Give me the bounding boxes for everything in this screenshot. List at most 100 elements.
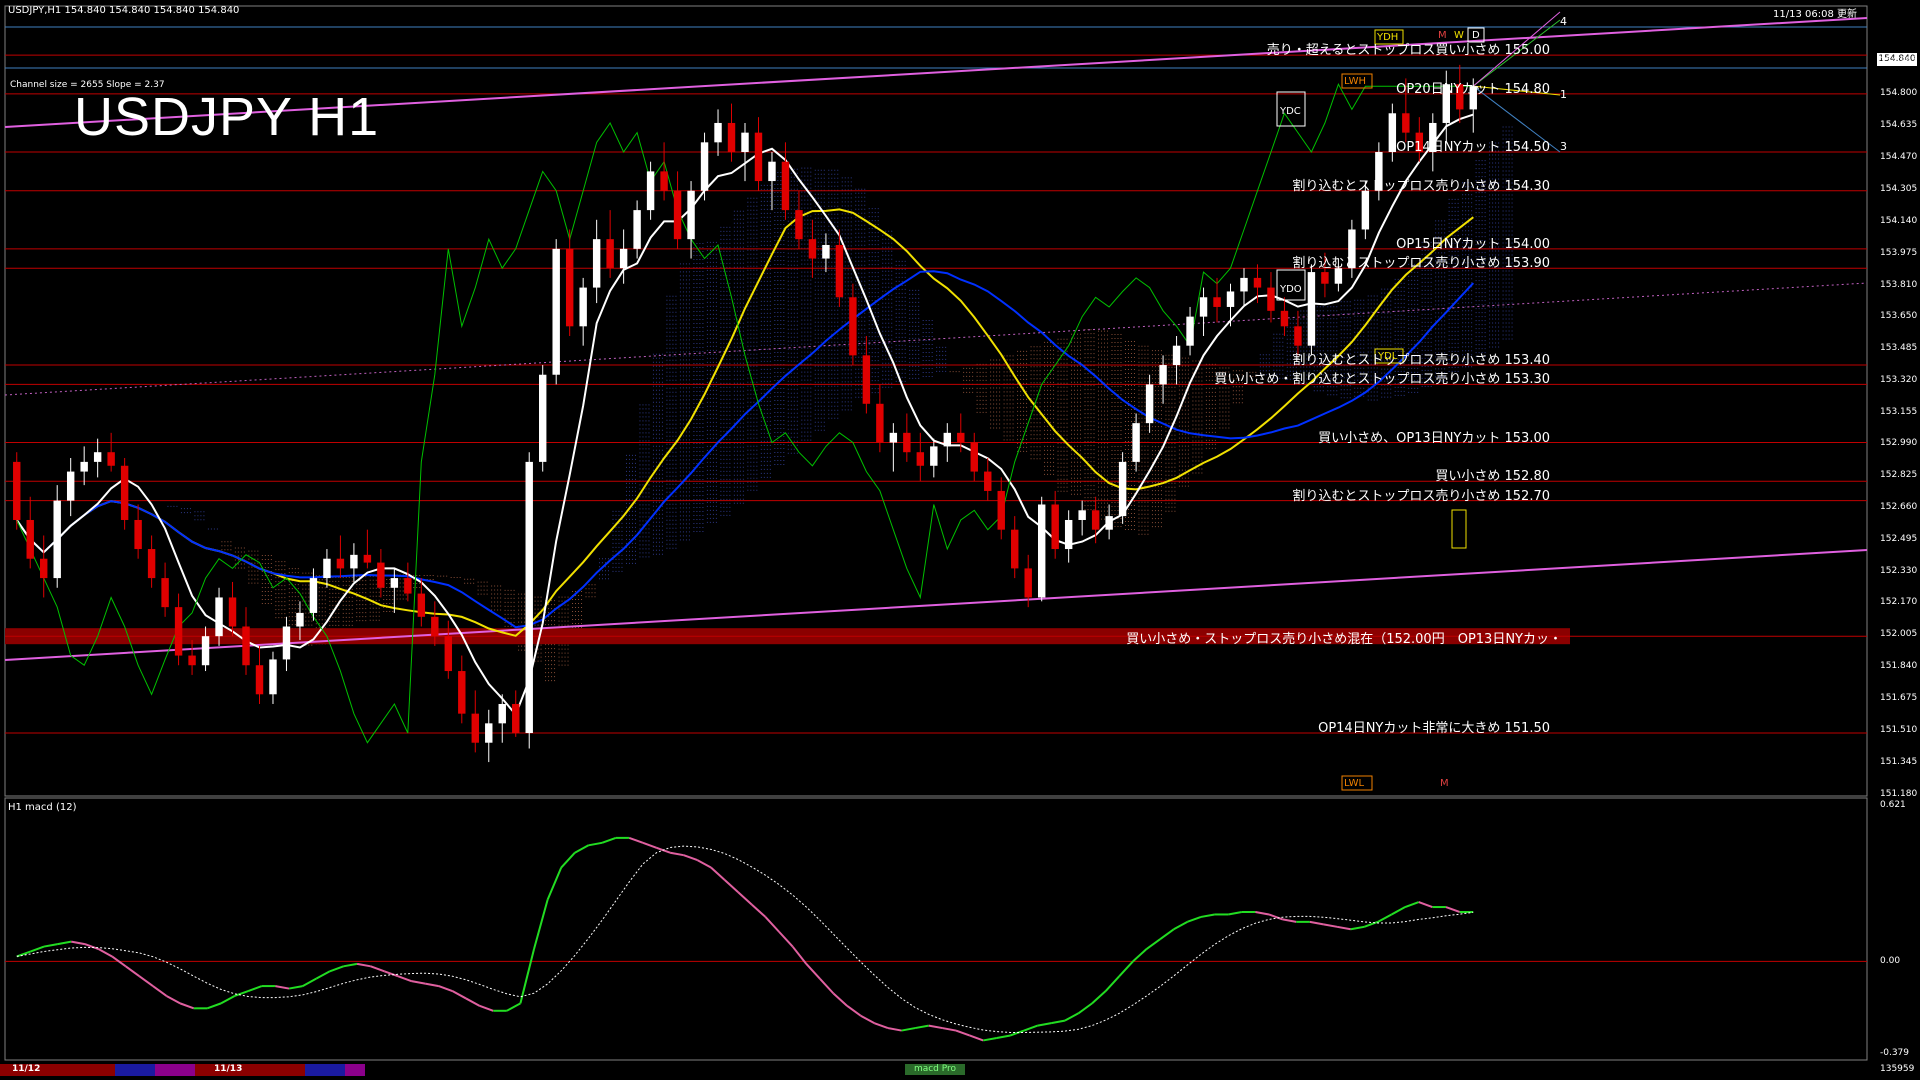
y-tick-label: 152.005 — [1880, 629, 1918, 640]
fan-label-3: 3 — [1560, 140, 1567, 153]
candle-body — [26, 519, 34, 559]
macd-segment — [424, 982, 439, 988]
y-tick-label: 152.330 — [1880, 566, 1918, 577]
macd-segment — [1228, 911, 1242, 916]
marker-ydl: YDL — [1378, 351, 1398, 362]
candle-body — [754, 132, 763, 182]
macd-segment — [887, 1027, 902, 1032]
macd-segment — [710, 866, 726, 881]
chart-title: USDJPY H1 — [74, 87, 380, 147]
macd-segment — [969, 1034, 984, 1042]
y-tick-label: 151.840 — [1880, 661, 1918, 672]
macd-segment — [397, 975, 412, 983]
marker-w: W — [1454, 30, 1464, 41]
update-datetime: 11/13 06:08 更新 — [1773, 9, 1857, 20]
candle-body — [363, 554, 372, 563]
candle-body — [1011, 529, 1019, 569]
level-label: 割り込むとストップロス売り小さめ 154.30 — [1292, 178, 1550, 194]
macd-pro-tab[interactable]: macd Pro — [905, 1064, 965, 1075]
macd-segment — [30, 945, 45, 953]
y-tick-label: 154.305 — [1880, 183, 1918, 194]
candle-body — [997, 490, 1005, 530]
y-tick-label: 151.345 — [1880, 757, 1918, 768]
candle-body — [40, 558, 48, 579]
candle-body — [646, 171, 655, 211]
y-tick-label: 154.140 — [1880, 215, 1918, 226]
candle-body — [201, 636, 210, 666]
candle-body — [485, 723, 493, 743]
candle-body — [903, 432, 911, 453]
fan-label-4: 4 — [1560, 15, 1567, 28]
macd-ymax: 0.621 — [1880, 800, 1906, 810]
macd-lines — [5, 836, 1867, 1042]
candle-body — [1402, 113, 1410, 133]
macd-segment — [438, 985, 453, 992]
macd-segment — [723, 879, 739, 893]
date-label-2: 11/13 — [214, 1064, 243, 1074]
marker-ydo: YDO — [1280, 284, 1302, 295]
macd-segment — [942, 1027, 957, 1032]
macd-segment — [846, 1005, 862, 1017]
candle-body — [228, 597, 237, 627]
macd-segment — [560, 852, 576, 869]
macd-segment — [16, 950, 31, 958]
macd-segment — [764, 916, 780, 933]
candle-body — [350, 554, 358, 569]
y-tick-label: 151.180 — [1880, 789, 1918, 799]
macd-segment — [1445, 906, 1460, 913]
y-tick-label: 153.650 — [1880, 310, 1918, 321]
candle-body — [1321, 272, 1329, 284]
candle-body — [336, 558, 345, 569]
y-tick-label: 152.825 — [1880, 470, 1918, 481]
macd-segment — [288, 985, 303, 990]
macd-segment — [1323, 923, 1338, 928]
marker-ydh: YDH — [1377, 32, 1399, 43]
candle-body — [916, 452, 925, 466]
macd-segment — [696, 859, 712, 869]
macd-segment — [1350, 925, 1365, 931]
symbol-line: USDJPY,H1 154.840 154.840 154.840 154.84… — [8, 5, 240, 16]
candle-body — [120, 465, 129, 520]
macd-segment — [983, 1036, 997, 1042]
candle-body — [1105, 516, 1113, 530]
macd-segment — [601, 836, 617, 844]
marker-d: D — [1472, 30, 1480, 41]
macd-segment — [43, 943, 58, 948]
macd-segment — [479, 1004, 494, 1012]
macd-segment — [315, 970, 331, 980]
macd-segment — [1391, 906, 1406, 916]
candle-body — [673, 190, 682, 240]
candle-body — [174, 607, 183, 656]
indicator-label: H1 macd (12) — [8, 802, 77, 813]
macd-segment — [628, 836, 644, 844]
candle-body — [538, 374, 547, 462]
candle-body — [309, 578, 318, 613]
chart-canvas — [4, 5, 1868, 1061]
level-label: OP15日NYカット 154.00 — [1396, 236, 1550, 252]
candle-body — [147, 549, 156, 579]
macd-segment — [275, 985, 290, 990]
candle-body — [552, 248, 560, 375]
y-tick-label: 152.990 — [1880, 438, 1918, 449]
macd-segment — [220, 995, 236, 1005]
macd-segment — [819, 978, 835, 995]
macd-segment — [669, 851, 684, 857]
macd-zero: 0.00 — [1880, 956, 1901, 966]
macd-segment — [166, 995, 181, 1005]
level-label: OP14日NYカット 154.50 — [1396, 140, 1550, 155]
macd-segment — [832, 992, 848, 1007]
candle-body — [1078, 510, 1086, 520]
macd-segment — [125, 965, 140, 978]
candle-body — [404, 578, 412, 594]
candle-body — [377, 562, 385, 588]
candle-body — [565, 248, 574, 327]
candle-body — [660, 171, 668, 191]
macd-segment — [1118, 960, 1134, 977]
macd-segment — [356, 962, 371, 968]
candle-body — [592, 239, 601, 288]
candle-body — [1186, 316, 1194, 346]
candle-body — [107, 452, 115, 466]
candle-body — [741, 132, 749, 153]
macd-segment — [955, 1029, 970, 1037]
candle-body — [269, 659, 277, 695]
